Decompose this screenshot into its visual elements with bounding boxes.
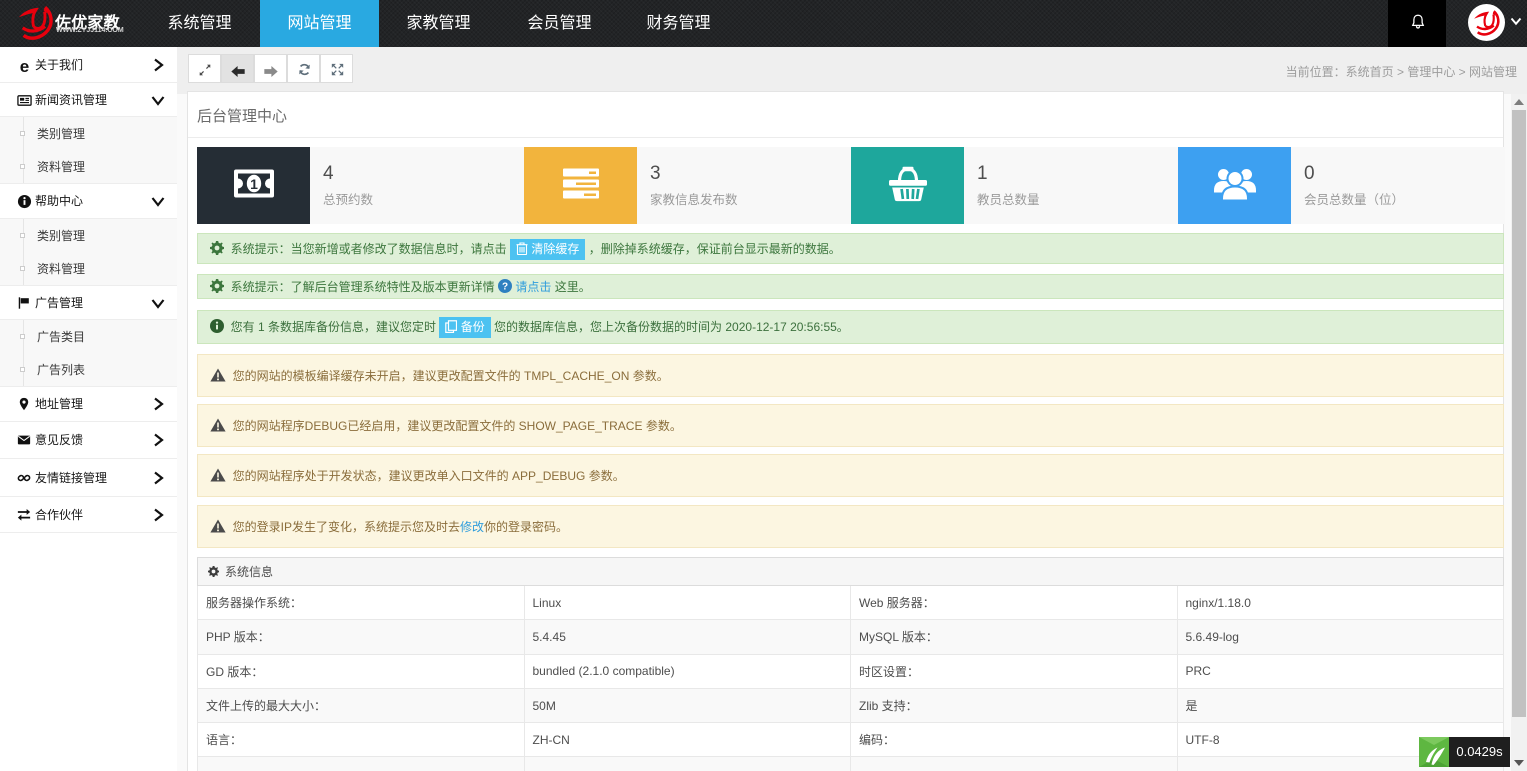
svg-text:?: ?	[502, 281, 508, 292]
svg-text:e: e	[20, 58, 29, 74]
svg-text:1: 1	[250, 176, 258, 192]
